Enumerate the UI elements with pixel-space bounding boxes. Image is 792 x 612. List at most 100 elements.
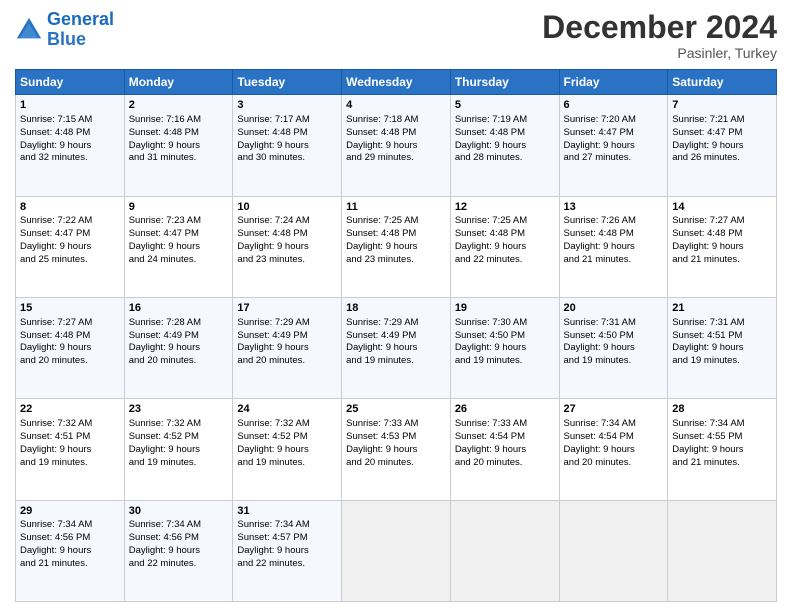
day-info: Sunset: 4:48 PM: [455, 228, 555, 241]
day-number: 8: [20, 200, 120, 215]
day-number: 11: [346, 200, 446, 215]
day-info: Daylight: 9 hours: [346, 342, 446, 355]
day-info: and 25 minutes.: [20, 254, 120, 267]
day-number: 10: [237, 200, 337, 215]
day-header-tuesday: Tuesday: [233, 70, 342, 95]
day-number: 21: [672, 301, 772, 316]
calendar-cell: 12Sunrise: 7:25 AMSunset: 4:48 PMDayligh…: [450, 196, 559, 297]
day-info: Daylight: 9 hours: [455, 241, 555, 254]
day-info: Sunset: 4:48 PM: [20, 127, 120, 140]
day-info: Daylight: 9 hours: [564, 140, 664, 153]
day-info: Daylight: 9 hours: [455, 140, 555, 153]
calendar-cell: 1Sunrise: 7:15 AMSunset: 4:48 PMDaylight…: [16, 95, 125, 196]
day-info: Sunset: 4:47 PM: [20, 228, 120, 241]
day-info: Sunset: 4:48 PM: [20, 330, 120, 343]
day-info: Sunset: 4:55 PM: [672, 431, 772, 444]
day-info: and 22 minutes.: [237, 558, 337, 571]
day-info: Sunrise: 7:27 AM: [672, 215, 772, 228]
day-info: Sunrise: 7:23 AM: [129, 215, 229, 228]
day-info: and 22 minutes.: [129, 558, 229, 571]
day-header-thursday: Thursday: [450, 70, 559, 95]
day-info: Sunset: 4:48 PM: [346, 228, 446, 241]
day-info: Sunrise: 7:32 AM: [237, 418, 337, 431]
day-info: Sunrise: 7:29 AM: [346, 317, 446, 330]
day-header-monday: Monday: [124, 70, 233, 95]
day-header-sunday: Sunday: [16, 70, 125, 95]
day-info: Daylight: 9 hours: [20, 545, 120, 558]
day-info: Sunrise: 7:26 AM: [564, 215, 664, 228]
day-info: and 20 minutes.: [237, 355, 337, 368]
calendar-cell: 9Sunrise: 7:23 AMSunset: 4:47 PMDaylight…: [124, 196, 233, 297]
day-number: 30: [129, 504, 229, 519]
title-block: December 2024 Pasinler, Turkey: [542, 10, 777, 61]
day-info: and 20 minutes.: [346, 457, 446, 470]
day-info: Sunrise: 7:31 AM: [672, 317, 772, 330]
calendar-cell: 22Sunrise: 7:32 AMSunset: 4:51 PMDayligh…: [16, 399, 125, 500]
day-info: Sunrise: 7:19 AM: [455, 114, 555, 127]
day-info: Sunset: 4:48 PM: [455, 127, 555, 140]
day-info: Sunset: 4:48 PM: [672, 228, 772, 241]
day-number: 19: [455, 301, 555, 316]
page: General Blue December 2024 Pasinler, Tur…: [0, 0, 792, 612]
day-number: 23: [129, 402, 229, 417]
day-info: Sunrise: 7:32 AM: [20, 418, 120, 431]
calendar-cell: 10Sunrise: 7:24 AMSunset: 4:48 PMDayligh…: [233, 196, 342, 297]
day-number: 18: [346, 301, 446, 316]
day-info: Sunset: 4:50 PM: [455, 330, 555, 343]
day-info: and 19 minutes.: [20, 457, 120, 470]
day-info: Sunset: 4:51 PM: [672, 330, 772, 343]
day-info: Sunset: 4:56 PM: [129, 532, 229, 545]
day-info: and 20 minutes.: [455, 457, 555, 470]
calendar-cell: 14Sunrise: 7:27 AMSunset: 4:48 PMDayligh…: [668, 196, 777, 297]
calendar-cell: 24Sunrise: 7:32 AMSunset: 4:52 PMDayligh…: [233, 399, 342, 500]
calendar-week-4: 22Sunrise: 7:32 AMSunset: 4:51 PMDayligh…: [16, 399, 777, 500]
day-info: Sunrise: 7:27 AM: [20, 317, 120, 330]
day-info: Sunrise: 7:34 AM: [672, 418, 772, 431]
calendar-cell: 18Sunrise: 7:29 AMSunset: 4:49 PMDayligh…: [342, 297, 451, 398]
day-info: Sunrise: 7:25 AM: [346, 215, 446, 228]
day-info: Daylight: 9 hours: [672, 342, 772, 355]
day-info: and 21 minutes.: [564, 254, 664, 267]
day-info: Daylight: 9 hours: [237, 140, 337, 153]
day-info: Sunrise: 7:34 AM: [237, 519, 337, 532]
day-info: Sunset: 4:48 PM: [237, 228, 337, 241]
day-info: Daylight: 9 hours: [672, 140, 772, 153]
day-number: 3: [237, 98, 337, 113]
calendar-cell: [450, 500, 559, 601]
calendar-body: 1Sunrise: 7:15 AMSunset: 4:48 PMDaylight…: [16, 95, 777, 602]
day-info: Sunrise: 7:31 AM: [564, 317, 664, 330]
day-info: Sunrise: 7:20 AM: [564, 114, 664, 127]
calendar-cell: 15Sunrise: 7:27 AMSunset: 4:48 PMDayligh…: [16, 297, 125, 398]
day-info: and 19 minutes.: [564, 355, 664, 368]
day-header-wednesday: Wednesday: [342, 70, 451, 95]
day-number: 29: [20, 504, 120, 519]
day-info: Sunset: 4:56 PM: [20, 532, 120, 545]
calendar-cell: 7Sunrise: 7:21 AMSunset: 4:47 PMDaylight…: [668, 95, 777, 196]
day-header-saturday: Saturday: [668, 70, 777, 95]
day-info: Daylight: 9 hours: [455, 444, 555, 457]
day-info: Sunrise: 7:34 AM: [564, 418, 664, 431]
day-info: and 21 minutes.: [672, 254, 772, 267]
day-number: 31: [237, 504, 337, 519]
day-number: 15: [20, 301, 120, 316]
day-info: Daylight: 9 hours: [129, 342, 229, 355]
day-info: Daylight: 9 hours: [129, 140, 229, 153]
day-info: Sunrise: 7:22 AM: [20, 215, 120, 228]
day-info: Sunset: 4:51 PM: [20, 431, 120, 444]
calendar-cell: 25Sunrise: 7:33 AMSunset: 4:53 PMDayligh…: [342, 399, 451, 500]
day-number: 14: [672, 200, 772, 215]
calendar-cell: 26Sunrise: 7:33 AMSunset: 4:54 PMDayligh…: [450, 399, 559, 500]
logo-text: General Blue: [47, 10, 114, 50]
day-info: Daylight: 9 hours: [564, 342, 664, 355]
day-info: Sunset: 4:48 PM: [346, 127, 446, 140]
day-info: Sunset: 4:47 PM: [564, 127, 664, 140]
day-info: Sunrise: 7:24 AM: [237, 215, 337, 228]
day-info: Sunset: 4:54 PM: [564, 431, 664, 444]
day-info: Sunrise: 7:33 AM: [346, 418, 446, 431]
day-info: and 27 minutes.: [564, 152, 664, 165]
day-info: Sunrise: 7:33 AM: [455, 418, 555, 431]
month-title: December 2024: [542, 10, 777, 45]
day-info: and 20 minutes.: [20, 355, 120, 368]
day-info: Daylight: 9 hours: [129, 444, 229, 457]
calendar-week-2: 8Sunrise: 7:22 AMSunset: 4:47 PM Daylight…: [16, 196, 777, 297]
